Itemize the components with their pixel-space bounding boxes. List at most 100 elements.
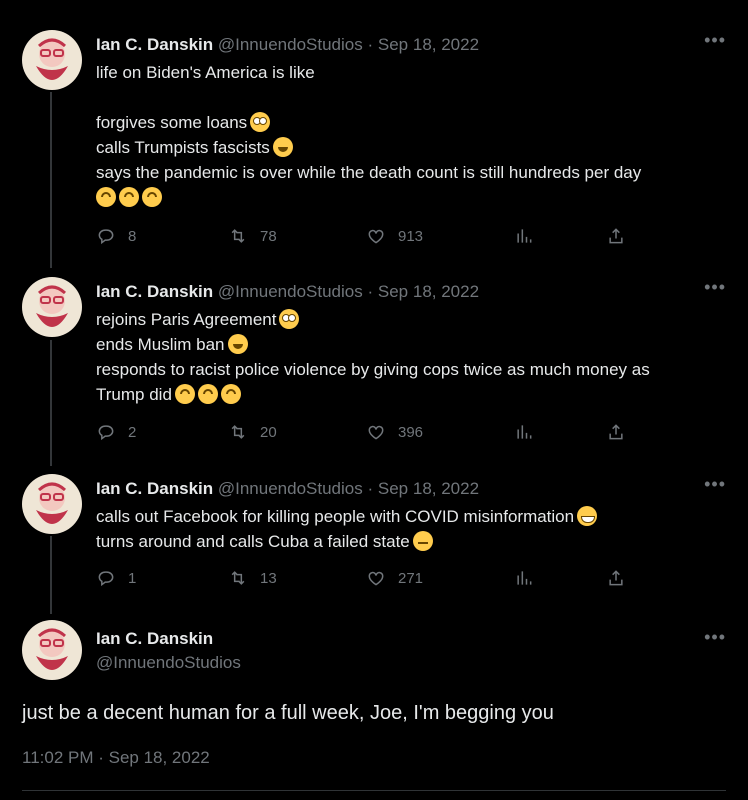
tweet-line: forgives some loans — [96, 110, 731, 135]
views-icon — [517, 571, 532, 585]
author-name[interactable]: Ian C. Danskin — [96, 282, 213, 301]
author-handle[interactable]: @InnuendoStudios — [218, 479, 363, 498]
views-button[interactable] — [514, 568, 534, 588]
avatar[interactable] — [22, 277, 82, 337]
share-icon — [609, 424, 623, 440]
reply-icon — [98, 425, 114, 441]
views-icon — [517, 229, 532, 243]
share-icon — [609, 228, 623, 244]
retweet-icon — [231, 229, 245, 243]
avatar[interactable] — [22, 620, 82, 680]
like-button[interactable]: 396 — [366, 422, 423, 442]
tweet-date[interactable]: Sep 18, 2022 — [378, 479, 479, 498]
tweet-line — [96, 185, 731, 210]
grinning-face-icon — [227, 334, 248, 354]
separator: · — [367, 479, 374, 498]
tweet-line: ends Muslim ban — [96, 332, 731, 357]
like-icon — [368, 571, 384, 586]
upside-down-face-icon — [119, 187, 139, 207]
tweet-actions: 1 13 271 — [96, 568, 636, 592]
tweet-text: life on Biden's America is like forgives… — [96, 60, 731, 210]
upside-down-face-icon — [197, 384, 218, 404]
retweet-button[interactable]: 78 — [228, 226, 277, 246]
tweet-text: rejoins Paris Agreement ends Muslim ban … — [96, 307, 731, 407]
views-icon — [517, 425, 532, 439]
tweet-text: calls out Facebook for killing people wi… — [96, 504, 731, 554]
like-count: 271 — [398, 569, 424, 587]
retweet-icon — [231, 425, 245, 439]
like-count: 913 — [398, 227, 424, 245]
separator: · — [367, 35, 374, 54]
tweet-line — [96, 85, 731, 110]
views-button[interactable] — [514, 422, 534, 442]
reply-count: 2 — [128, 423, 137, 441]
tweet-header: Ian C. Danskin @InnuendoStudios · Sep 18… — [96, 34, 479, 56]
tweet-line: calls Trumpists fascists — [96, 135, 731, 160]
upside-down-face-icon — [174, 384, 195, 404]
like-icon — [368, 425, 384, 440]
author-handle[interactable]: @InnuendoStudios — [218, 35, 363, 54]
retweet-button[interactable]: 20 — [228, 422, 277, 442]
main-tweet-text: just be a decent human for a full week, … — [22, 702, 554, 724]
reply-count: 1 — [128, 569, 137, 587]
tweet-line: life on Biden's America is like — [96, 63, 315, 82]
main-tweet-header: Ian C. Danskin @InnuendoStudios — [96, 627, 241, 675]
tweet-actions: 8 78 913 — [96, 226, 636, 250]
share-button[interactable] — [606, 568, 626, 588]
like-icon — [368, 229, 384, 244]
upside-down-face-icon — [96, 187, 116, 207]
reply-button[interactable]: 2 — [96, 422, 136, 442]
tweet-line: turns around and calls Cuba a failed sta… — [96, 529, 731, 554]
retweet-count: 20 — [260, 423, 277, 441]
reply-button[interactable]: 1 — [96, 568, 136, 588]
tweet-line: says the pandemic is over while the deat… — [96, 163, 642, 182]
reply-count: 8 — [128, 227, 137, 245]
retweet-count: 78 — [260, 227, 277, 245]
thread-tweet[interactable]: Ian C. Danskin @InnuendoStudios · Sep 18… — [0, 277, 748, 457]
confounded-face-icon — [412, 531, 433, 551]
author-name[interactable]: Ian C. Danskin — [96, 35, 213, 54]
like-button[interactable]: 913 — [366, 226, 423, 246]
share-icon — [609, 570, 623, 586]
retweet-icon — [231, 571, 245, 585]
upside-down-face-icon — [142, 187, 162, 207]
separator: · — [367, 282, 374, 301]
author-handle[interactable]: @InnuendoStudios — [96, 651, 241, 675]
avatar[interactable] — [22, 30, 82, 90]
retweet-button[interactable]: 13 — [228, 568, 277, 588]
tweet-header: Ian C. Danskin @InnuendoStudios · Sep 18… — [96, 281, 479, 303]
like-count: 396 — [398, 423, 424, 441]
thread-tweet[interactable]: Ian C. Danskin @InnuendoStudios · Sep 18… — [0, 30, 748, 260]
upside-down-face-icon — [220, 384, 241, 404]
share-button[interactable] — [606, 226, 626, 246]
tweet-header: Ian C. Danskin @InnuendoStudios · Sep 18… — [96, 478, 479, 500]
author-name[interactable]: Ian C. Danskin — [96, 479, 213, 498]
more-options-icon[interactable]: ••• — [704, 474, 726, 495]
thread-tweet[interactable]: Ian C. Danskin @InnuendoStudios · Sep 18… — [0, 474, 748, 604]
author-name[interactable]: Ian C. Danskin — [96, 627, 241, 651]
reply-icon — [98, 571, 114, 587]
tweet-actions: 2 20 396 — [96, 422, 636, 446]
flushed-face-icon — [250, 112, 271, 132]
more-options-icon[interactable]: ••• — [704, 30, 726, 51]
retweet-count: 13 — [260, 569, 277, 587]
flushed-face-icon — [279, 309, 300, 329]
tweet-line: responds to racist police violence by gi… — [96, 360, 650, 379]
share-button[interactable] — [606, 422, 626, 442]
reply-button[interactable]: 8 — [96, 226, 136, 246]
avatar[interactable] — [22, 474, 82, 534]
like-button[interactable]: 271 — [366, 568, 423, 588]
beaming-face-icon — [577, 506, 598, 526]
tweet-line: calls out Facebook for killing people wi… — [96, 504, 731, 529]
views-button[interactable] — [514, 226, 534, 246]
divider — [22, 790, 726, 791]
tweet-line: rejoins Paris Agreement — [96, 307, 731, 332]
main-tweet-timestamp[interactable]: 11:02 PM · Sep 18, 2022 — [22, 748, 210, 768]
tweet-date[interactable]: Sep 18, 2022 — [378, 282, 479, 301]
more-options-icon[interactable]: ••• — [704, 277, 726, 298]
tweet-date[interactable]: Sep 18, 2022 — [378, 35, 479, 54]
tweet-line: Trump did — [96, 382, 731, 407]
author-handle[interactable]: @InnuendoStudios — [218, 282, 363, 301]
more-options-icon[interactable]: ••• — [704, 627, 726, 648]
reply-icon — [98, 229, 114, 245]
